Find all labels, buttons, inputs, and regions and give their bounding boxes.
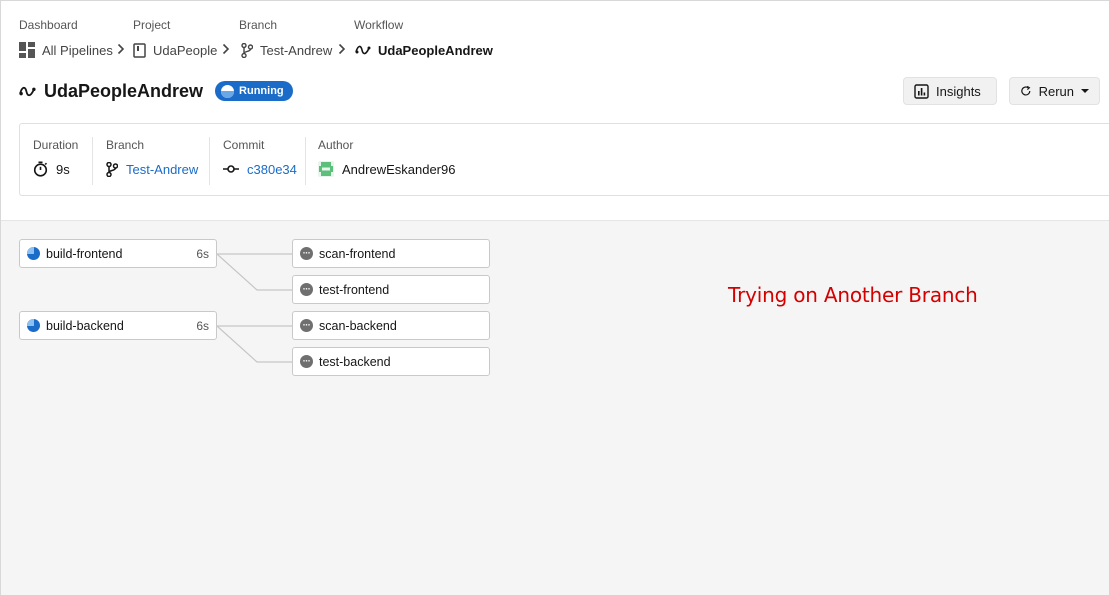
rerun-button[interactable]: Rerun: [1009, 77, 1100, 105]
chevron-right-icon: [117, 43, 125, 55]
meta-commit-label: Commit: [223, 138, 265, 152]
page-title: UdaPeopleAndrew: [44, 80, 204, 101]
pipeline-header: Dashboard Project Branch Workflow All Pi…: [1, 1, 1109, 220]
stopwatch-icon: [33, 161, 48, 177]
meta-commit-value[interactable]: c380e34: [223, 160, 297, 178]
breadcrumb-label-workflow: Workflow: [354, 18, 404, 32]
job-scan-frontend[interactable]: scan-frontend: [292, 239, 490, 268]
job-name: test-frontend: [319, 282, 390, 297]
job-name: test-backend: [319, 354, 391, 369]
insights-button[interactable]: Insights: [903, 77, 997, 105]
workflow-icon: [355, 45, 371, 55]
rerun-button-label: Rerun: [1038, 83, 1074, 99]
commit-link[interactable]: c380e34: [247, 162, 297, 177]
breadcrumb-label-dashboard: Dashboard: [19, 18, 78, 32]
queued-status-icon: [300, 283, 313, 296]
chevron-right-icon: [338, 43, 346, 55]
running-status-icon: [27, 319, 40, 332]
meta-divider: [209, 137, 210, 185]
running-status-icon: [27, 247, 40, 260]
breadcrumb-label-project: Project: [133, 18, 171, 32]
duration-text: 9s: [56, 161, 70, 177]
job-build-frontend[interactable]: build-frontend 6s: [19, 239, 217, 268]
chevron-down-icon: [1081, 89, 1089, 93]
job-name: build-frontend: [46, 246, 123, 261]
breadcrumb-item-branch: Test-Andrew: [260, 42, 333, 58]
job-duration: 6s: [196, 246, 209, 261]
queued-status-icon: [300, 319, 313, 332]
status-badge: Running: [215, 81, 293, 101]
job-duration: 6s: [196, 318, 209, 333]
meta-divider: [92, 137, 93, 185]
meta-branch-value[interactable]: Test-Andrew: [106, 160, 198, 178]
status-badge-label: Running: [239, 85, 284, 97]
meta-author-value: AndrewEskander96: [318, 160, 455, 178]
meta-divider: [305, 137, 306, 185]
meta-branch-label: Branch: [106, 138, 145, 152]
job-name: scan-backend: [319, 318, 397, 333]
meta-author-label: Author: [318, 138, 354, 152]
breadcrumb-all-pipelines[interactable]: All Pipelines: [19, 41, 113, 59]
breadcrumb-item-workflow: UdaPeopleAndrew: [378, 42, 493, 58]
job-name: scan-frontend: [319, 246, 396, 261]
annotation-text: Trying on Another Branch: [728, 283, 978, 307]
breadcrumb-branch[interactable]: Test-Andrew: [241, 41, 332, 59]
queued-status-icon: [300, 247, 313, 260]
branch-link[interactable]: Test-Andrew: [126, 162, 198, 177]
breadcrumb-workflow[interactable]: UdaPeopleAndrew: [355, 41, 493, 59]
meta-duration-value: 9s: [33, 160, 70, 178]
meta-duration-label: Duration: [33, 138, 79, 152]
project-icon: [133, 42, 146, 58]
rerun-arrow-icon: [1021, 85, 1031, 96]
workflow-icon: [19, 86, 36, 96]
job-test-frontend[interactable]: test-frontend: [292, 275, 490, 304]
author-name: AndrewEskander96: [342, 161, 456, 177]
branch-icon: [241, 42, 253, 58]
breadcrumb-label-branch: Branch: [239, 18, 278, 32]
job-name: build-backend: [46, 318, 124, 333]
breadcrumb-item-pipelines: All Pipelines: [42, 42, 113, 58]
insights-chart-icon: [914, 83, 929, 99]
connector-build-backend-test: [216, 325, 293, 363]
breadcrumb-project[interactable]: UdaPeople: [133, 41, 217, 59]
title-row: UdaPeopleAndrew Running: [19, 78, 293, 104]
chevron-right-icon: [222, 43, 230, 55]
breadcrumb-item-project: UdaPeople: [153, 42, 218, 58]
connector-build-frontend-test: [216, 253, 293, 291]
insights-button-label: Insights: [936, 83, 981, 99]
job-build-backend[interactable]: build-backend 6s: [19, 311, 217, 340]
dashboard-grid-icon: [19, 42, 35, 58]
queued-status-icon: [300, 355, 313, 368]
running-status-icon: [221, 84, 235, 98]
job-test-backend[interactable]: test-backend: [292, 347, 490, 376]
branch-icon: [106, 161, 118, 177]
job-scan-backend[interactable]: scan-backend: [292, 311, 490, 340]
pipeline-meta-card: Duration 9s Branch Test-Andrew Commit c3…: [19, 123, 1109, 196]
commit-icon: [223, 165, 239, 173]
avatar: [318, 161, 334, 177]
workflow-graph: build-frontend 6s scan-frontend test-fro…: [1, 220, 1109, 595]
